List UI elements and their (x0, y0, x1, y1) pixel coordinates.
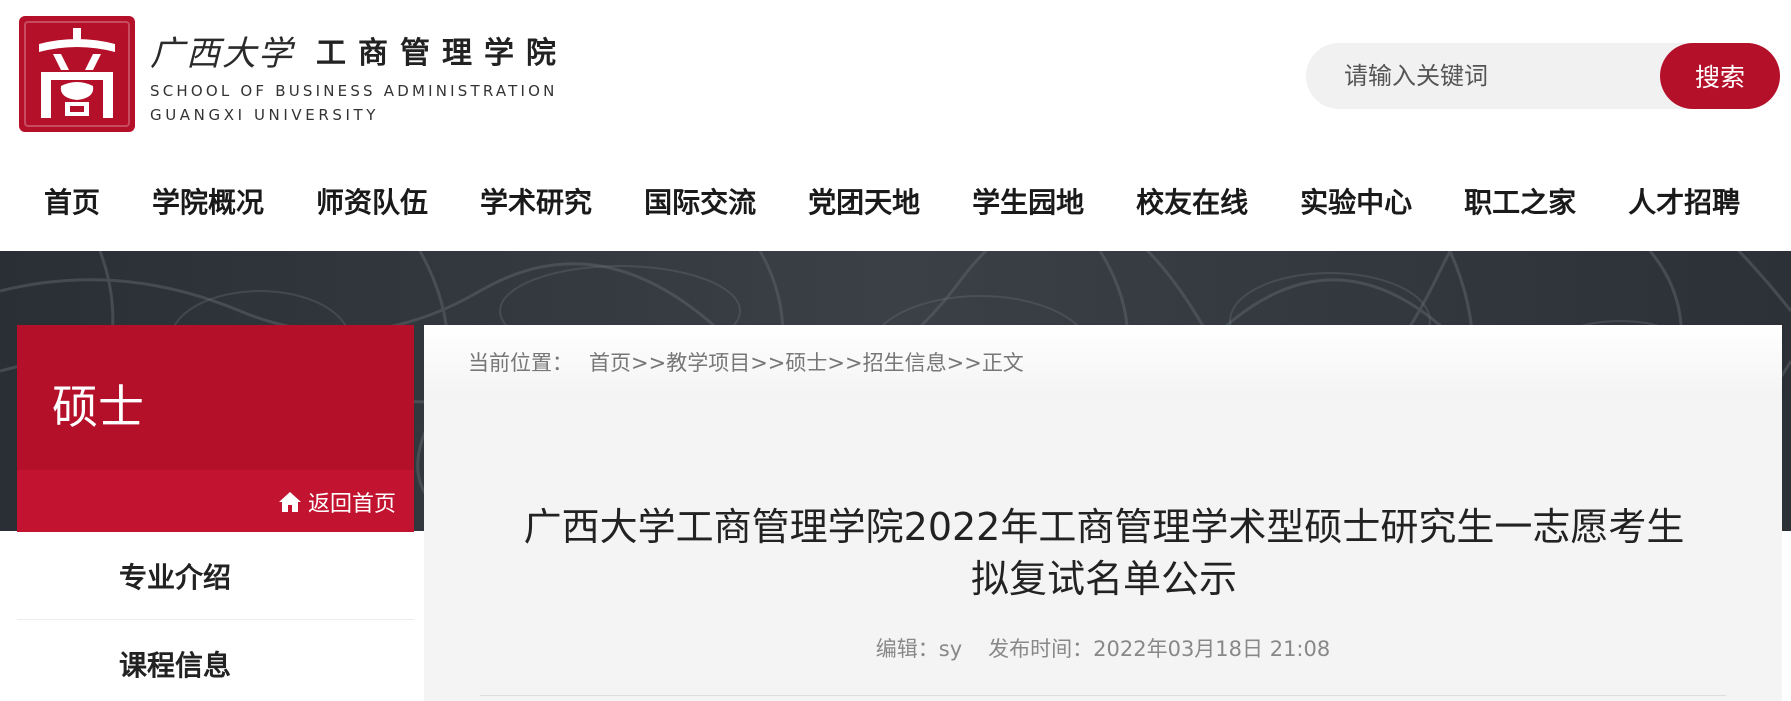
nav-item-party[interactable]: 党团天地 (808, 181, 920, 221)
breadcrumb-label: 当前位置： (468, 351, 573, 375)
nav-item-international[interactable]: 国际交流 (644, 181, 756, 221)
logo-school-cn: 工商管理学院 (316, 36, 568, 71)
breadcrumb-master[interactable]: 硕士 (785, 351, 827, 375)
search-box: 搜索 (1306, 43, 1780, 109)
seal-logo-icon[interactable] (17, 14, 137, 134)
logo-university-en: GUANGXI UNIVERSITY (150, 106, 380, 124)
nav-item-about[interactable]: 学院概况 (152, 181, 264, 221)
logo-wordmark[interactable]: 广西大学 工商管理学院 SCHOOL OF BUSINESS ADMINISTR… (150, 26, 568, 125)
nav-item-students[interactable]: 学生园地 (972, 181, 1084, 221)
article-area: 广西大学工商管理学院2022年工商管理学术型硕士研究生一志愿考生 拟复试名单公示… (424, 395, 1782, 701)
logo-school-en: SCHOOL OF BUSINESS ADMINISTRATION (150, 82, 558, 100)
breadcrumb-separator: >> (750, 351, 786, 375)
logo-university-cn: 广西大学 (150, 33, 294, 74)
breadcrumb-teaching[interactable]: 教学项目 (666, 351, 750, 375)
back-home-label: 返回首页 (307, 492, 396, 517)
nav-item-alumni[interactable]: 校友在线 (1136, 181, 1248, 221)
article-editor: 编辑：sy (875, 637, 963, 661)
sidebar-menu: 专业介绍 课程信息 (17, 532, 414, 701)
sidebar-title: 硕士 (52, 380, 144, 434)
search-button[interactable]: 搜索 (1660, 43, 1780, 109)
main-nav: 首页 学院概况 师资队伍 学术研究 国际交流 党团天地 学生园地 校友在线 实验… (0, 168, 1791, 234)
sidebar-item-course-info[interactable]: 课程信息 (17, 620, 414, 701)
breadcrumb-current: 正文 (981, 351, 1024, 375)
article-title: 广西大学工商管理学院2022年工商管理学术型硕士研究生一志愿考生 拟复试名单公示 (494, 501, 1714, 605)
nav-item-faculty[interactable]: 师资队伍 (316, 181, 428, 221)
breadcrumb-home[interactable]: 首页 (589, 351, 631, 375)
breadcrumb-separator: >> (827, 351, 863, 375)
nav-item-staff[interactable]: 职工之家 (1464, 181, 1576, 221)
nav-item-lab[interactable]: 实验中心 (1300, 181, 1412, 221)
site-header: 广西大学 工商管理学院 SCHOOL OF BUSINESS ADMINISTR… (0, 0, 1791, 150)
nav-item-research[interactable]: 学术研究 (480, 181, 592, 221)
article-publish-time: 发布时间：2022年03月18日 21:08 (988, 637, 1331, 661)
breadcrumb: 当前位置： 首页>>教学项目>>硕士>>招生信息>>正文 (468, 347, 1024, 377)
sidebar-back-bar: 返回首页 (17, 470, 414, 532)
back-home-link[interactable]: 返回首页 (278, 486, 396, 518)
article-meta: 编辑：sy 发布时间：2022年03月18日 21:08 (424, 633, 1782, 663)
article-title-line1: 广西大学工商管理学院2022年工商管理学术型硕士研究生一志愿考生 (523, 505, 1685, 549)
breadcrumb-separator: >> (946, 351, 982, 375)
sidebar-item-major-intro[interactable]: 专业介绍 (17, 532, 414, 620)
home-icon (278, 492, 301, 512)
nav-item-jobs[interactable]: 人才招聘 (1628, 181, 1740, 221)
breadcrumb-admissions[interactable]: 招生信息 (863, 351, 947, 375)
breadcrumb-separator: >> (631, 351, 667, 375)
sidebar-header: 硕士 (17, 325, 414, 470)
breadcrumb-bar: 当前位置： 首页>>教学项目>>硕士>>招生信息>>正文 (424, 325, 1782, 395)
article-title-line2: 拟复试名单公示 (970, 557, 1237, 601)
article-divider (480, 695, 1726, 696)
nav-item-home[interactable]: 首页 (44, 181, 100, 221)
search-input[interactable] (1344, 43, 1644, 109)
